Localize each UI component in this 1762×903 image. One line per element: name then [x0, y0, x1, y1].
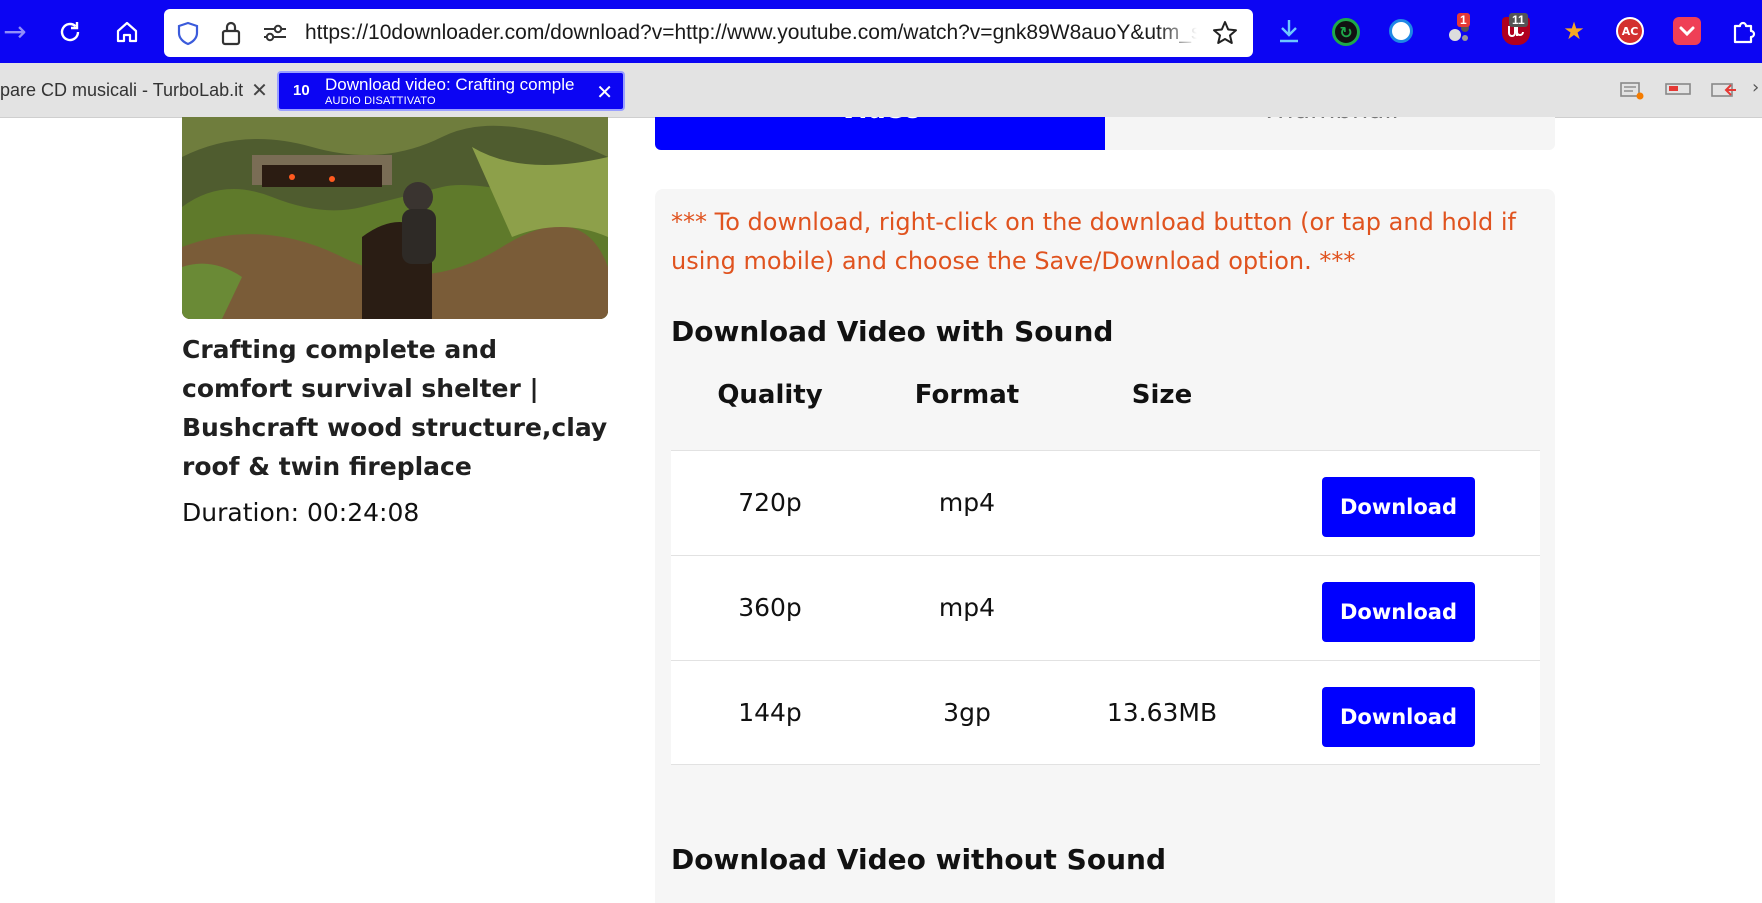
table-row: 144p 3gp 13.63MB Download [671, 660, 1540, 765]
ac-extension-icon[interactable]: AC [1616, 17, 1644, 45]
cell-size: 13.63MB [1106, 698, 1218, 727]
url-text[interactable]: https://10downloader.com/download?v=http… [305, 9, 1197, 57]
extension-badge-1: 1 [1457, 13, 1470, 27]
table-header: Quality Format Size [671, 362, 1540, 428]
download-panel: *** To download, right-click on the down… [655, 189, 1555, 903]
share-tool-icon[interactable] [1710, 80, 1738, 104]
header-size: Size [1131, 380, 1193, 410]
tab-download-video[interactable]: 10 Download video: Crafting comple AUDIO… [277, 71, 625, 111]
header-format: Format [914, 380, 1020, 410]
tab-title: pare CD musicali - TurboLab.it [0, 79, 244, 100]
page-tool-icon[interactable] [1664, 80, 1692, 102]
star-extension-icon[interactable]: ★ [1560, 17, 1588, 45]
download-button-144p[interactable]: Download [1322, 687, 1475, 747]
download-button-720p[interactable]: Download [1322, 477, 1475, 537]
circle-extension-icon[interactable] [1389, 19, 1413, 43]
tab-list-chevron-icon[interactable]: › [1752, 77, 1759, 98]
table-row: 360p mp4 Download [671, 555, 1540, 660]
reader-mode-icon[interactable] [1619, 80, 1645, 104]
page-permissions-icon[interactable] [262, 22, 288, 48]
home-icon[interactable] [111, 16, 143, 48]
cell-size [1065, 451, 1259, 555]
download-button-360p[interactable]: Download [1322, 582, 1475, 642]
video-title: Crafting complete and comfort survival s… [182, 335, 608, 481]
reload-icon[interactable] [54, 16, 86, 48]
tab-strip: pare CD musicali - TurboLab.it ✕ 10 Down… [0, 63, 1762, 118]
tab-title: Download video: Crafting comple [325, 75, 575, 94]
cell-format: mp4 [938, 488, 996, 517]
extension-badge-2: 11 [1509, 13, 1528, 27]
tab-favicon: 10 [293, 82, 310, 99]
video-duration: Duration: 00:24:08 [182, 498, 419, 527]
tracking-shield-icon[interactable] [175, 20, 201, 50]
cell-quality: 144p [738, 698, 802, 727]
tab-thumbnail-label: Thumbnail [1105, 117, 1555, 125]
address-bar[interactable]: https://10downloader.com/download?v=http… [164, 9, 1253, 57]
download-notice: *** To download, right-click on the down… [671, 208, 1516, 275]
duration-label: Duration: [182, 498, 300, 527]
duration-value: 00:24:08 [306, 498, 420, 527]
cell-format: mp4 [938, 593, 996, 622]
tab-turbolab[interactable]: pare CD musicali - TurboLab.it ✕ [0, 71, 268, 109]
tab-video[interactable]: Video [655, 117, 1105, 150]
cell-quality: 720p [738, 488, 802, 517]
bookmark-star-icon[interactable] [1211, 19, 1239, 51]
downloads-icon[interactable] [1274, 16, 1304, 46]
cell-size [1065, 556, 1259, 660]
tab-thumbnail[interactable]: Thumbnail [1105, 117, 1555, 150]
section-heading-without-sound: Download Video without Sound [671, 843, 1166, 876]
tab-close-icon[interactable]: ✕ [596, 80, 613, 104]
video-thumbnail [182, 117, 608, 319]
table-row: 720p mp4 Download [671, 450, 1540, 555]
section-heading-with-sound: Download Video with Sound [671, 315, 1114, 348]
tab-muted-label[interactable]: AUDIO DISATTIVATO [325, 95, 436, 107]
tab-video-label: Video [655, 117, 1105, 125]
cell-quality: 360p [738, 593, 802, 622]
browser-toolbar: → https://10downloader.com/download?v=ht… [0, 0, 1762, 63]
pocket-extension-icon[interactable] [1673, 17, 1701, 45]
header-quality: Quality [717, 380, 823, 410]
cell-format: 3gp [943, 698, 991, 727]
refresh-extension-icon[interactable]: ↻ [1332, 18, 1360, 46]
lock-icon[interactable] [219, 19, 243, 51]
forward-icon[interactable]: → [0, 15, 30, 48]
extensions-puzzle-icon[interactable] [1729, 16, 1759, 46]
tab-close-icon[interactable]: ✕ [251, 78, 268, 103]
